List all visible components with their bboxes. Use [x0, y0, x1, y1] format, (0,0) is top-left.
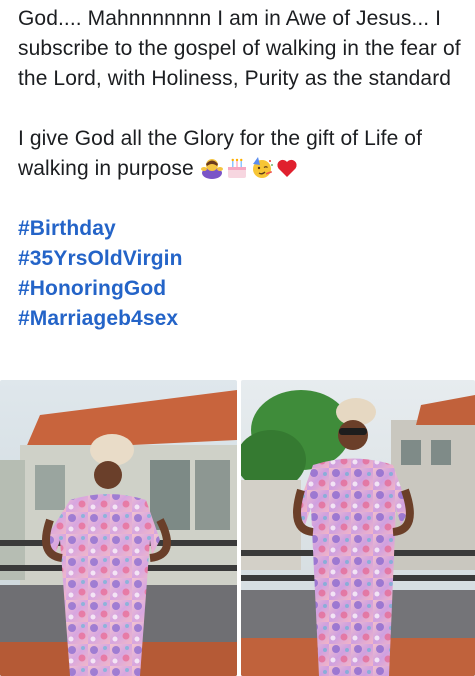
hashtag-marriageb4sex[interactable]: #Marriageb4sex	[18, 304, 470, 334]
hashtag-list: #Birthday #35YrsOldVirgin #HonoringGod #…	[18, 214, 470, 334]
photo-right-image	[241, 380, 475, 676]
post-paragraph-1: God.... Mahnnnnnnn I am in Awe of Jesus.…	[18, 7, 461, 90]
hashtag-birthday[interactable]: #Birthday	[18, 214, 470, 244]
photo-left-image	[0, 380, 237, 676]
birthday-cake-icon	[227, 158, 246, 178]
red-heart-icon	[277, 159, 297, 177]
partying-face-icon	[252, 157, 273, 178]
post-paragraph-2: I give God all the Glory for the gift of…	[18, 124, 470, 184]
post-body: God.... Mahnnnnnnn I am in Awe of Jesus.…	[18, 4, 470, 334]
photo-woman-floral-dress-right[interactable]	[241, 380, 475, 676]
hashtag-35yrsoldvirgin[interactable]: #35YrsOldVirgin	[18, 244, 470, 274]
photo-grid	[0, 380, 475, 676]
photo-woman-floral-dress-left[interactable]	[0, 380, 237, 676]
woman-bowing-icon	[200, 159, 223, 179]
hashtag-honoringgod[interactable]: #HonoringGod	[18, 274, 470, 304]
